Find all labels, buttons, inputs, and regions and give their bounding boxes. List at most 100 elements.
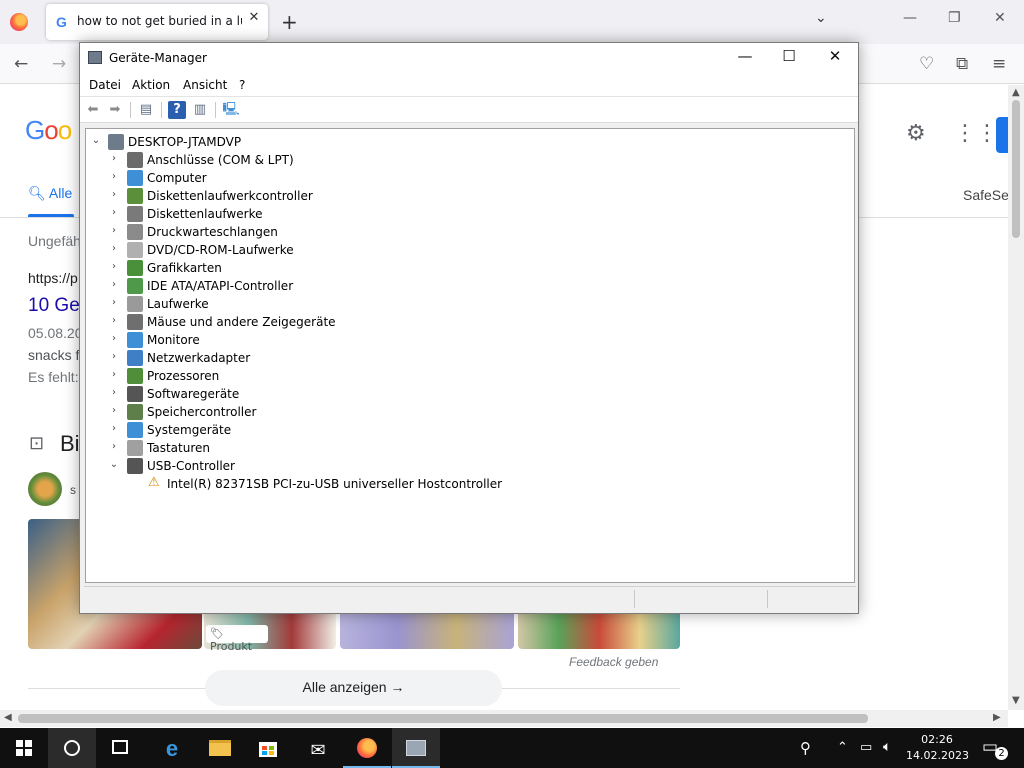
collapse-chevron-icon[interactable]: › bbox=[108, 189, 120, 200]
horizontal-scrollbar[interactable]: ◀ ▶ bbox=[0, 710, 1008, 727]
edge-button[interactable]: e bbox=[148, 728, 196, 768]
pocket-icon[interactable]: ♡ bbox=[919, 54, 934, 74]
collapse-chevron-icon[interactable]: › bbox=[108, 243, 120, 254]
vertical-scrollbar[interactable]: ▲ ▼ bbox=[1008, 85, 1024, 710]
task-view-button[interactable] bbox=[96, 728, 144, 768]
menu-aktion[interactable]: Aktion bbox=[132, 78, 170, 92]
maximize-button[interactable]: ☐ bbox=[766, 47, 812, 71]
start-button[interactable] bbox=[0, 728, 48, 768]
collapse-chevron-icon[interactable]: › bbox=[108, 441, 120, 452]
menu-datei[interactable]: Datei bbox=[89, 78, 121, 92]
tree-node-display-adapter[interactable]: › Grafikkarten bbox=[86, 259, 486, 277]
collapse-chevron-icon[interactable]: › bbox=[108, 369, 120, 380]
scan-hardware-icon[interactable]: 🖳 bbox=[222, 101, 240, 119]
tray-chevron-icon[interactable]: ⌃ bbox=[837, 740, 848, 755]
settings-gear-icon[interactable]: ⚙ bbox=[906, 121, 926, 146]
expand-chevron-icon[interactable]: ⌄ bbox=[108, 459, 120, 470]
collapse-chevron-icon[interactable]: › bbox=[108, 297, 120, 308]
close-button[interactable]: ✕ bbox=[812, 47, 858, 71]
list-tabs-icon[interactable]: ⌄ bbox=[815, 10, 827, 26]
tree-node-floppy-controller[interactable]: › Diskettenlaufwerkcontroller bbox=[86, 187, 486, 205]
minimize-button[interactable]: — bbox=[722, 47, 768, 71]
device-tree[interactable]: ⌄ DESKTOP-JTAMDVP › Anschlüsse (COM & LPT… bbox=[85, 128, 855, 583]
tree-node-port[interactable]: › Anschlüsse (COM & LPT) bbox=[86, 151, 486, 169]
scroll-left-icon[interactable]: ◀ bbox=[4, 712, 12, 723]
show-all-button[interactable]: Alle anzeigen → bbox=[205, 670, 502, 706]
store-button[interactable] bbox=[244, 728, 292, 768]
filter-chip-label[interactable]: s bbox=[70, 483, 76, 497]
tree-node-monitor[interactable]: › Monitore bbox=[86, 331, 486, 349]
people-icon[interactable]: ⚲ bbox=[800, 739, 811, 757]
collapse-chevron-icon[interactable]: › bbox=[108, 225, 120, 236]
collapse-chevron-icon[interactable]: › bbox=[108, 171, 120, 182]
new-tab-button[interactable]: + bbox=[281, 10, 298, 34]
menu-help[interactable]: ? bbox=[239, 78, 245, 92]
browser-tab-active[interactable]: G how to not get buried in a lunch ✕ bbox=[46, 4, 268, 40]
properties-view-icon[interactable]: ▤ bbox=[137, 101, 155, 119]
file-explorer-button[interactable] bbox=[196, 728, 244, 768]
google-apps-icon[interactable]: ⋮⋮ bbox=[954, 121, 998, 146]
show-hidden-icon[interactable]: ▥ bbox=[191, 101, 209, 119]
sign-in-button[interactable] bbox=[996, 117, 1008, 153]
collapse-chevron-icon[interactable]: › bbox=[108, 405, 120, 416]
browser-restore-button[interactable]: ❐ bbox=[948, 10, 961, 26]
back-icon[interactable]: ⬅ bbox=[84, 101, 102, 119]
result-title-link[interactable]: 10 Ge bbox=[28, 295, 80, 317]
filter-chip-thumbnail[interactable] bbox=[28, 472, 62, 506]
tree-node-usb[interactable]: ⌄ USB-Controller bbox=[86, 457, 486, 475]
device-manager-taskbar-button[interactable] bbox=[392, 728, 440, 768]
browser-minimize-button[interactable]: — bbox=[903, 10, 917, 26]
tree-node-usb-host-controller[interactable]: ⚠ Intel(R) 82371SB PCI-zu-USB universell… bbox=[86, 475, 586, 493]
tree-node-storage-controller[interactable]: › Speichercontroller bbox=[86, 403, 486, 421]
scroll-up-icon[interactable]: ▲ bbox=[1012, 87, 1020, 98]
expand-chevron-icon[interactable]: ⌄ bbox=[90, 135, 102, 146]
forward-arrow-icon[interactable]: → bbox=[52, 54, 66, 74]
device-manager-titlebar[interactable]: Geräte-Manager — ☐ ✕ bbox=[80, 43, 858, 74]
safesearch-toggle[interactable]: SafeSe bbox=[963, 187, 1008, 203]
clock-date[interactable]: 14.02.2023 bbox=[906, 749, 969, 762]
horizontal-scroll-thumb[interactable] bbox=[18, 714, 868, 723]
menu-ansicht[interactable]: Ansicht bbox=[183, 78, 227, 92]
firefox-taskbar-button[interactable] bbox=[343, 728, 391, 768]
scroll-right-icon[interactable]: ▶ bbox=[993, 712, 1001, 723]
clock-time[interactable]: 02:26 bbox=[910, 733, 964, 746]
firefox-icon[interactable] bbox=[10, 13, 28, 31]
browser-close-button[interactable]: ✕ bbox=[994, 10, 1006, 26]
tree-node-mouse[interactable]: › Mäuse und andere Zeigegeräte bbox=[86, 313, 486, 331]
volume-muted-icon[interactable]: 🔈︎ bbox=[883, 739, 891, 755]
google-logo[interactable]: Goo bbox=[25, 115, 72, 146]
collapse-chevron-icon[interactable]: › bbox=[108, 333, 120, 344]
tree-node-disk-drive[interactable]: › Laufwerke bbox=[86, 295, 486, 313]
mail-button[interactable]: ✉ bbox=[294, 728, 342, 768]
collapse-chevron-icon[interactable]: › bbox=[108, 387, 120, 398]
hamburger-menu-icon[interactable]: ≡ bbox=[992, 54, 1006, 74]
search-button[interactable] bbox=[48, 728, 96, 768]
help-icon[interactable]: ? bbox=[168, 101, 186, 119]
tree-node-ide-controller[interactable]: › IDE ATA/ATAPI-Controller bbox=[86, 277, 486, 295]
tree-node-computer[interactable]: › Computer bbox=[86, 169, 486, 187]
tab-all[interactable]: 🔍︎ Alle bbox=[28, 185, 72, 202]
collapse-chevron-icon[interactable]: › bbox=[108, 351, 120, 362]
collapse-chevron-icon[interactable]: › bbox=[108, 423, 120, 434]
extensions-icon[interactable]: ⧉ bbox=[956, 54, 968, 74]
tree-node-printer[interactable]: › Druckwarteschlangen bbox=[86, 223, 486, 241]
tree-node-processor[interactable]: › Prozessoren bbox=[86, 367, 486, 385]
tree-node-floppy-drive[interactable]: › Diskettenlaufwerke bbox=[86, 205, 486, 223]
vertical-scroll-thumb[interactable] bbox=[1012, 100, 1020, 238]
tree-node-system-devices[interactable]: › Systemgeräte bbox=[86, 421, 486, 439]
close-tab-icon[interactable]: ✕ bbox=[246, 10, 262, 30]
result-url[interactable]: https://p bbox=[28, 270, 78, 286]
network-icon[interactable]: ▭ bbox=[860, 740, 872, 755]
tree-node-software-device[interactable]: › Softwaregeräte bbox=[86, 385, 486, 403]
back-arrow-icon[interactable]: ← bbox=[14, 54, 28, 74]
collapse-chevron-icon[interactable]: › bbox=[108, 279, 120, 290]
forward-icon[interactable]: ➡ bbox=[106, 101, 124, 119]
collapse-chevron-icon[interactable]: › bbox=[108, 207, 120, 218]
feedback-link[interactable]: Feedback geben bbox=[569, 655, 658, 669]
tree-node-network-adapter[interactable]: › Netzwerkadapter bbox=[86, 349, 486, 367]
tree-root[interactable]: ⌄ DESKTOP-JTAMDVP bbox=[86, 133, 386, 151]
tree-node-dvd[interactable]: › DVD/CD-ROM-Laufwerke bbox=[86, 241, 486, 259]
scroll-down-icon[interactable]: ▼ bbox=[1012, 695, 1020, 706]
tree-node-keyboard[interactable]: › Tastaturen bbox=[86, 439, 486, 457]
collapse-chevron-icon[interactable]: › bbox=[108, 153, 120, 164]
